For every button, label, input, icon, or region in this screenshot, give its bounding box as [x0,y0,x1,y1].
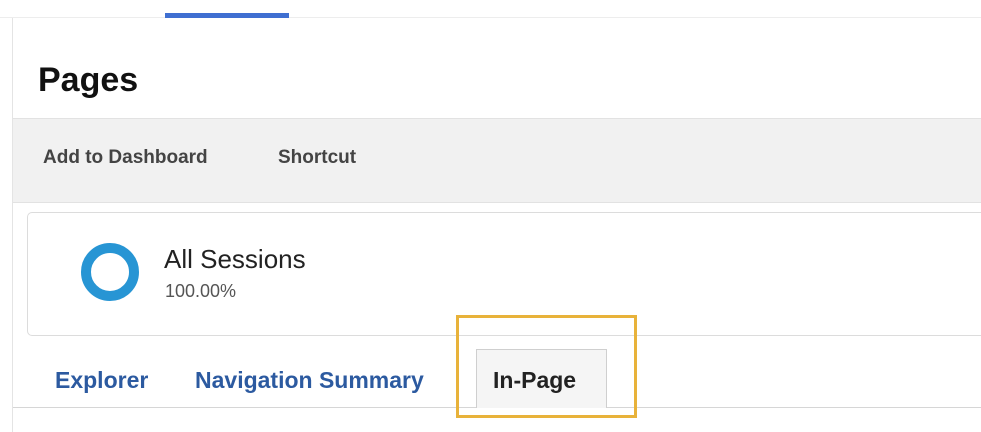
app-frame: Pages Add to Dashboard Shortcut All Sess… [0,0,981,432]
segment-percentage: 100.00% [165,281,237,301]
title-area [13,18,981,118]
tab-in-page-label: In-Page [493,367,577,393]
page-title: Pages [38,61,139,99]
top-strip [0,0,981,13]
tab-navigation-summary[interactable]: Navigation Summary [195,367,424,393]
segment-card[interactable] [27,212,981,336]
donut-ring-icon [81,243,139,301]
segment-name: All Sessions [164,244,306,274]
shortcut-button[interactable]: Shortcut [278,147,356,169]
add-to-dashboard-button[interactable]: Add to Dashboard [43,147,208,169]
tab-explorer[interactable]: Explorer [55,367,148,393]
